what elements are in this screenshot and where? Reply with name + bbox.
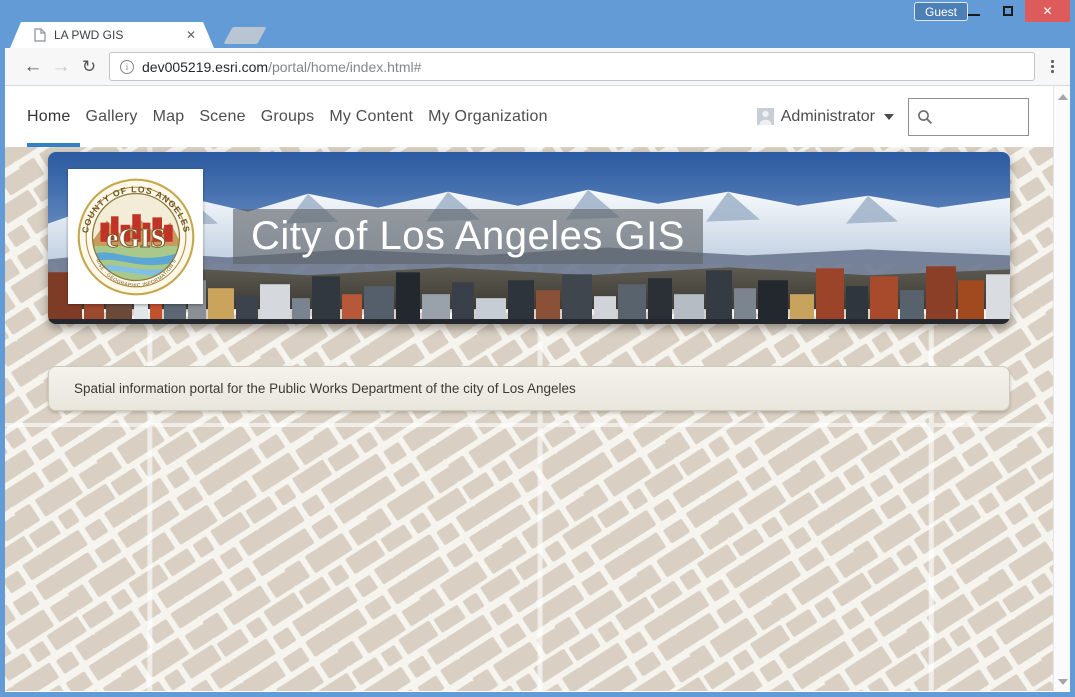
chevron-down-icon <box>884 114 894 120</box>
search-input[interactable] <box>939 102 1019 132</box>
minimize-icon <box>968 14 980 16</box>
nav-item-map[interactable]: Map <box>153 108 185 126</box>
nav-links: Home Gallery Map Scene Groups My Content… <box>27 108 548 126</box>
minimize-button[interactable] <box>957 0 991 22</box>
user-menu[interactable]: Administrator <box>757 108 894 126</box>
portal-navbar: Home Gallery Map Scene Groups My Content… <box>5 86 1070 147</box>
url-path: /portal/home/index.html# <box>268 59 421 75</box>
banner-title: City of Los Angeles GIS <box>233 209 703 264</box>
browser-window: LA PWD GIS ✕ Guest ✕ ← → ↻ i dev005219.e… <box>0 0 1075 697</box>
nav-item-my-organization[interactable]: My Organization <box>428 108 548 126</box>
nav-item-home[interactable]: Home <box>27 108 70 126</box>
browser-toolbar: ← → ↻ i dev005219.esri.com/portal/home/i… <box>5 48 1070 86</box>
titlebar: LA PWD GIS ✕ Guest ✕ <box>0 0 1075 48</box>
guest-label: Guest <box>925 5 957 19</box>
tab-title: LA PWD GIS <box>54 28 186 42</box>
scroll-down-button[interactable] <box>1054 673 1070 690</box>
search-box[interactable] <box>908 98 1029 136</box>
scroll-up-button[interactable] <box>1054 88 1070 105</box>
avatar-icon <box>757 108 774 125</box>
browser-tab[interactable]: LA PWD GIS ✕ <box>10 22 214 48</box>
scroll-up-icon <box>1058 94 1068 100</box>
address-bar[interactable]: i dev005219.esri.com/portal/home/index.h… <box>109 52 1035 81</box>
portal-page: Home Gallery Map Scene Groups My Content… <box>5 86 1070 692</box>
tagline-bar: Spatial information portal for the Publi… <box>48 366 1010 411</box>
browser-menu-button[interactable] <box>1045 56 1060 77</box>
new-tab-button[interactable] <box>223 27 266 44</box>
user-label: Administrator <box>781 108 875 126</box>
close-tab-icon[interactable]: ✕ <box>186 29 196 41</box>
maximize-button[interactable] <box>991 0 1025 22</box>
banner: eGIS COUNTY OF LOS ANGELES ENTERPRISE · … <box>48 152 1010 324</box>
search-icon <box>917 109 933 125</box>
forward-button: → <box>47 56 75 78</box>
back-button[interactable]: ← <box>19 56 47 78</box>
nav-item-groups[interactable]: Groups <box>261 108 315 126</box>
egis-logo: eGIS COUNTY OF LOS ANGELES ENTERPRISE · … <box>68 169 203 304</box>
close-window-button[interactable]: ✕ <box>1025 0 1070 22</box>
window-controls: ✕ <box>957 0 1070 22</box>
site-info-icon[interactable]: i <box>120 60 134 74</box>
reload-button[interactable]: ↻ <box>75 57 103 77</box>
tagline-text: Spatial information portal for the Publi… <box>74 381 576 396</box>
nav-item-my-content[interactable]: My Content <box>329 108 413 126</box>
page-scrollbar[interactable] <box>1053 86 1070 692</box>
url-host: dev005219.esri.com <box>142 59 268 75</box>
scroll-down-icon <box>1058 679 1068 685</box>
url-text: dev005219.esri.com/portal/home/index.htm… <box>142 59 421 75</box>
nav-item-scene[interactable]: Scene <box>199 108 245 126</box>
portal-content: eGIS COUNTY OF LOS ANGELES ENTERPRISE · … <box>5 147 1070 691</box>
browser-frame: ← → ↻ i dev005219.esri.com/portal/home/i… <box>5 48 1070 692</box>
maximize-icon <box>1003 6 1013 16</box>
page-icon <box>34 28 46 42</box>
logo-word: eGIS <box>106 222 166 253</box>
nav-item-gallery[interactable]: Gallery <box>85 108 137 126</box>
egis-seal: eGIS COUNTY OF LOS ANGELES ENTERPRISE · … <box>75 176 197 298</box>
